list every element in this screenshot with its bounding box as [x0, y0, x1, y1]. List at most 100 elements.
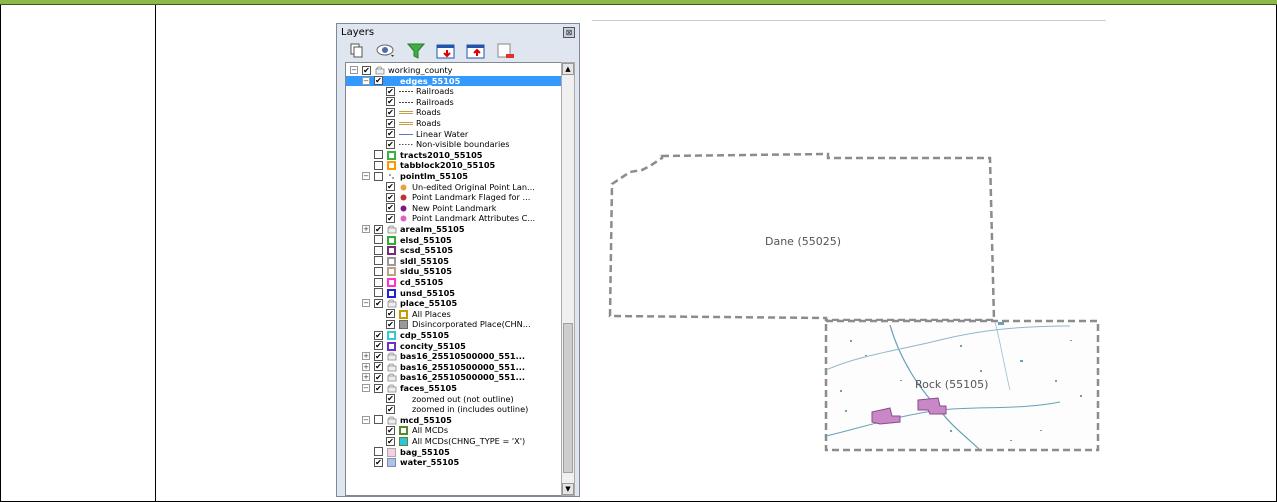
- collapse-icon[interactable]: −: [362, 76, 370, 85]
- layer-row[interactable]: ✔ concity_55105: [346, 341, 562, 352]
- collapse-icon[interactable]: −: [362, 172, 370, 180]
- add-group-icon[interactable]: [345, 42, 367, 62]
- layer-visibility-checkbox[interactable]: ✔: [386, 182, 395, 192]
- layer-visibility-checkbox[interactable]: ✔: [386, 213, 395, 223]
- tree-scrollbar[interactable]: ▲ ▼: [561, 62, 575, 496]
- close-icon[interactable]: ⊠: [563, 27, 575, 38]
- layer-visibility-checkbox[interactable]: ✔: [386, 118, 395, 128]
- collapse-icon[interactable]: −: [350, 66, 358, 74]
- layer-row[interactable]: − ✔ edges_55105: [346, 75, 562, 87]
- layer-row[interactable]: cd_55105: [346, 277, 562, 288]
- layer-label: Non-visible boundaries: [416, 139, 510, 150]
- collapse-all-icon[interactable]: [465, 42, 487, 62]
- layer-row[interactable]: scsd_55105: [346, 245, 562, 256]
- scroll-thumb[interactable]: [563, 323, 573, 473]
- layer-visibility-checkbox[interactable]: ✔: [374, 298, 383, 308]
- scroll-down-icon[interactable]: ▼: [562, 483, 574, 495]
- scroll-up-icon[interactable]: ▲: [562, 63, 574, 75]
- filter-funnel-icon[interactable]: [405, 42, 427, 62]
- layer-visibility-checkbox[interactable]: ✔: [386, 319, 395, 329]
- map-canvas[interactable]: Dane (55025) Rock (55105): [600, 140, 1105, 460]
- layer-row[interactable]: − ✔ faces_55105: [346, 383, 562, 394]
- layer-visibility-checkbox[interactable]: ✔: [386, 86, 395, 96]
- layer-visibility-checkbox[interactable]: ✔: [374, 330, 383, 340]
- layer-row[interactable]: ✔ zoomed out (not outline): [346, 394, 562, 405]
- layer-visibility-checkbox[interactable]: [374, 277, 383, 287]
- layer-row[interactable]: ✔ All MCDs: [346, 425, 562, 436]
- layer-visibility-checkbox[interactable]: [374, 266, 383, 276]
- layer-visibility-checkbox[interactable]: ✔: [386, 394, 395, 404]
- layer-visibility-checkbox[interactable]: ✔: [386, 107, 395, 117]
- layer-row[interactable]: ✔ Linear Water: [346, 129, 562, 140]
- layer-row[interactable]: ✔ All Places: [346, 309, 562, 320]
- layer-visibility-checkbox[interactable]: [374, 288, 383, 298]
- layer-row[interactable]: − pointlm_55105: [346, 171, 562, 182]
- layer-row[interactable]: + ✔ bas16_25510500000_551...: [346, 362, 562, 373]
- layer-visibility-checkbox[interactable]: ✔: [374, 224, 383, 234]
- layer-row[interactable]: ✔ Roads: [346, 118, 562, 129]
- layer-row[interactable]: ✔ Railroads: [346, 97, 562, 108]
- layer-row[interactable]: + ✔ arealm_55105: [346, 224, 562, 235]
- layer-visibility-checkbox[interactable]: [374, 171, 383, 181]
- layer-row[interactable]: ✔ cdp_55105: [346, 330, 562, 341]
- collapse-icon[interactable]: −: [362, 299, 370, 308]
- layer-visibility-checkbox[interactable]: ✔: [362, 65, 371, 75]
- collapse-icon[interactable]: −: [362, 384, 370, 392]
- layer-row[interactable]: ✔ Roads: [346, 107, 562, 118]
- layer-visibility-checkbox[interactable]: ✔: [374, 457, 383, 467]
- layer-row[interactable]: tracts2010_55105: [346, 150, 562, 161]
- expand-icon[interactable]: +: [362, 373, 370, 382]
- layer-visibility-checkbox[interactable]: [374, 415, 383, 425]
- layer-visibility-checkbox[interactable]: [374, 256, 383, 266]
- layer-visibility-checkbox[interactable]: ✔: [386, 404, 395, 414]
- layer-row[interactable]: ✔ Non-visible boundaries: [346, 139, 562, 150]
- visibility-eye-icon[interactable]: [375, 42, 397, 62]
- layer-row[interactable]: ✔ Un-edited Original Point Lan...: [346, 182, 562, 193]
- expand-icon[interactable]: +: [362, 362, 370, 371]
- remove-layer-icon[interactable]: [495, 42, 517, 62]
- layer-visibility-checkbox[interactable]: ✔: [386, 309, 395, 319]
- layer-visibility-checkbox[interactable]: ✔: [386, 129, 395, 139]
- layer-row[interactable]: − ✔ working_county: [346, 65, 562, 76]
- layer-visibility-checkbox[interactable]: [374, 160, 383, 170]
- layer-visibility-checkbox[interactable]: [374, 245, 383, 255]
- layer-visibility-checkbox[interactable]: ✔: [386, 192, 395, 202]
- layer-visibility-checkbox[interactable]: ✔: [374, 372, 383, 382]
- layer-row[interactable]: + ✔ bas16_25510500000_551...: [346, 372, 562, 383]
- layer-visibility-checkbox[interactable]: ✔: [386, 203, 395, 213]
- layer-row[interactable]: elsd_55105: [346, 235, 562, 246]
- layer-row[interactable]: ✔ Railroads: [346, 86, 562, 97]
- layer-row[interactable]: + ✔ bas16_25510500000_551...: [346, 351, 562, 362]
- layer-row[interactable]: sldl_55105: [346, 256, 562, 267]
- layer-tree[interactable]: − ✔ working_county − ✔ edges_55105 ✔ Railroads ✔…: [345, 62, 563, 496]
- layer-visibility-checkbox[interactable]: [374, 447, 383, 457]
- layer-visibility-checkbox[interactable]: ✔: [386, 97, 395, 107]
- layer-visibility-checkbox[interactable]: ✔: [386, 436, 395, 446]
- layer-row[interactable]: ✔ All MCDs(CHNG_TYPE = 'X'): [346, 436, 562, 447]
- layer-row[interactable]: bag_55105: [346, 447, 562, 458]
- expand-icon[interactable]: +: [362, 225, 370, 233]
- layer-visibility-checkbox[interactable]: ✔: [386, 139, 395, 149]
- layer-row[interactable]: sldu_55105: [346, 266, 562, 277]
- layer-visibility-checkbox[interactable]: [374, 150, 383, 160]
- layer-visibility-checkbox[interactable]: [374, 235, 383, 245]
- layer-row[interactable]: ✔ Point Landmark Flaged for ...: [346, 192, 562, 203]
- layer-visibility-checkbox[interactable]: ✔: [374, 362, 383, 372]
- layer-visibility-checkbox[interactable]: ✔: [374, 383, 383, 393]
- layer-row[interactable]: ✔ Disincorporated Place(CHN...: [346, 319, 562, 330]
- layer-row[interactable]: ✔ Point Landmark Attributes C...: [346, 213, 562, 224]
- layer-row[interactable]: ✔ water_55105: [346, 457, 562, 468]
- layer-visibility-checkbox[interactable]: ✔: [374, 76, 383, 86]
- layer-visibility-checkbox[interactable]: ✔: [386, 425, 395, 435]
- layer-row[interactable]: ✔ New Point Landmark: [346, 203, 562, 214]
- layer-visibility-checkbox[interactable]: ✔: [374, 351, 383, 361]
- layer-row[interactable]: unsd_55105: [346, 288, 562, 299]
- layer-row[interactable]: tabblock2010_55105: [346, 160, 562, 171]
- layer-row[interactable]: − mcd_55105: [346, 415, 562, 426]
- layer-row[interactable]: ✔ zoomed in (includes outline): [346, 404, 562, 415]
- layer-visibility-checkbox[interactable]: ✔: [374, 341, 383, 351]
- expand-all-icon[interactable]: [435, 42, 457, 62]
- expand-icon[interactable]: +: [362, 352, 370, 361]
- collapse-icon[interactable]: −: [362, 415, 370, 424]
- layer-row[interactable]: − ✔ place_55105: [346, 298, 562, 309]
